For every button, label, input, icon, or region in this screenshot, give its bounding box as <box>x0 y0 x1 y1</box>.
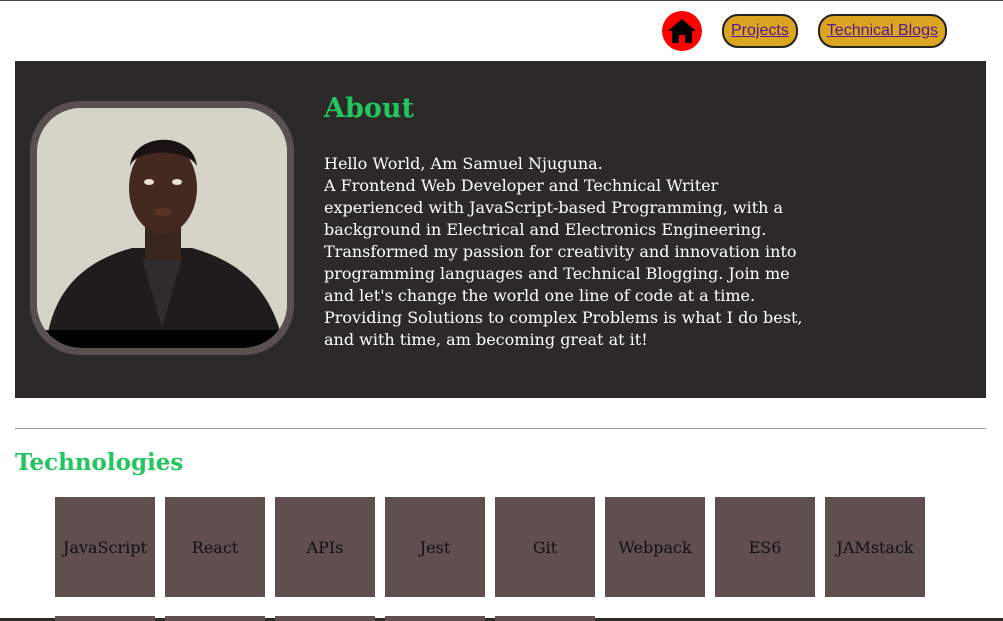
about-line: and with time, am becoming great at it! <box>324 330 648 349</box>
tech-card-react: React <box>165 497 265 597</box>
tech-card-webpack: Webpack <box>605 497 705 597</box>
projects-link[interactable]: Projects <box>722 14 798 48</box>
about-text: Hello World, Am Samuel Njuguna. A Fronte… <box>324 153 844 351</box>
about-line: experienced with JavaScript-based Progra… <box>324 198 784 217</box>
about-line: programming languages and Technical Blog… <box>324 264 790 283</box>
tech-card-partial <box>275 616 375 621</box>
tech-card-javascript: JavaScript <box>55 497 155 597</box>
about-line: A Frontend Web Developer and Technical W… <box>324 176 719 195</box>
profile-photo <box>37 108 287 348</box>
home-icon <box>668 19 696 43</box>
technologies-grid-row-2 <box>55 616 605 621</box>
portfolio-page: Projects Technical Blogs About Hello Wor… <box>0 0 1003 621</box>
about-line: Hello World, Am Samuel Njuguna. <box>324 154 603 173</box>
about-line: background in Electrical and Electronics… <box>324 220 767 239</box>
about-line: Transformed my passion for creativity an… <box>324 242 797 261</box>
tech-card-es6: ES6 <box>715 497 815 597</box>
technologies-title: Technologies <box>15 449 184 476</box>
technical-blogs-link[interactable]: Technical Blogs <box>817 14 947 48</box>
tech-card-jest: Jest <box>385 497 485 597</box>
top-nav: Projects Technical Blogs <box>662 11 947 51</box>
about-section: About Hello World, Am Samuel Njuguna. A … <box>15 61 986 398</box>
about-title: About <box>324 93 414 124</box>
about-line: and let's change the world one line of c… <box>324 286 756 305</box>
section-divider <box>15 428 986 429</box>
tech-card-partial <box>165 616 265 621</box>
tech-card-jamstack: JAMstack <box>825 497 925 597</box>
tech-card-apis: APIs <box>275 497 375 597</box>
tech-card-git: Git <box>495 497 595 597</box>
tech-card-partial <box>495 616 595 621</box>
tech-card-partial <box>55 616 155 621</box>
technologies-grid: JavaScript React APIs Jest Git Webpack E… <box>55 497 935 597</box>
about-line: Providing Solutions to complex Problems … <box>324 308 803 327</box>
tech-card-partial <box>385 616 485 621</box>
profile-photo-frame <box>30 101 294 355</box>
home-button[interactable] <box>662 11 702 51</box>
